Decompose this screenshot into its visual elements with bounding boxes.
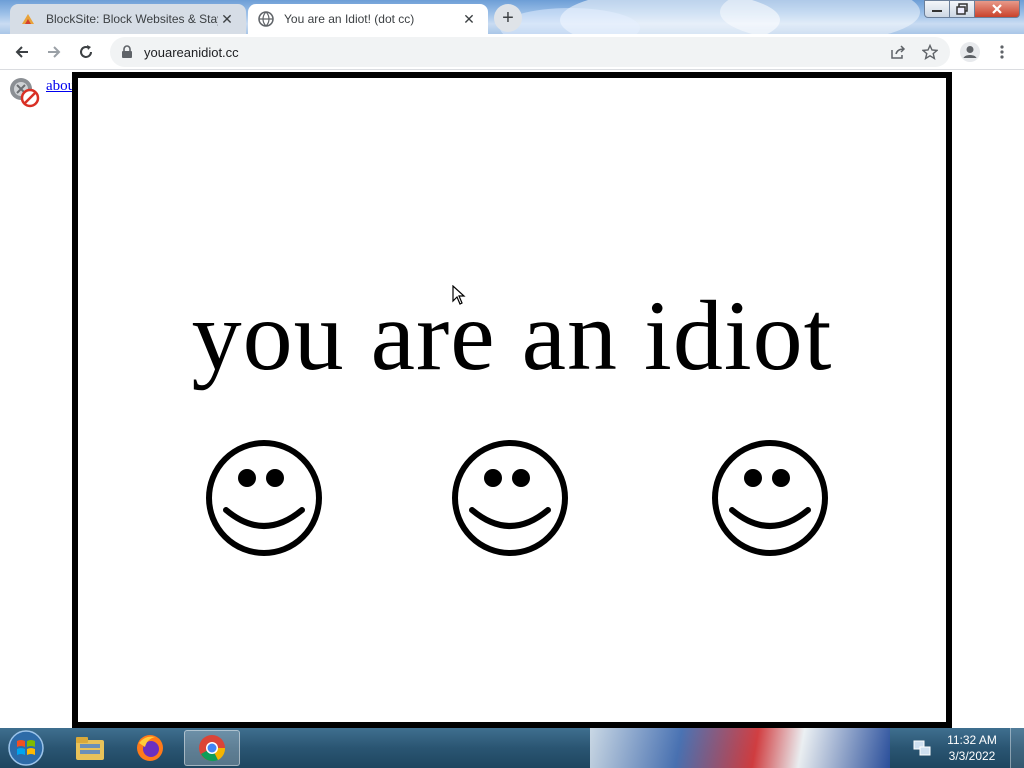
firefox-icon (137, 735, 163, 761)
network-icon[interactable] (912, 738, 932, 758)
blocksite-favicon-icon (20, 11, 36, 27)
system-clock[interactable]: 11:32 AM 3/3/2022 (944, 732, 1000, 764)
windows-taskbar: 11:32 AM 3/3/2022 (0, 728, 1024, 768)
forward-button[interactable] (42, 40, 66, 64)
title-bar: BlockSite: Block Websites & Stay ✕ You a… (0, 0, 1024, 34)
flash-content-frame: you are an idiot (72, 72, 952, 728)
smiley-face-icon (452, 440, 568, 556)
share-icon (891, 45, 906, 59)
reload-button[interactable] (74, 40, 98, 64)
profile-button[interactable] (958, 40, 982, 64)
tab-blocksite[interactable]: BlockSite: Block Websites & Stay ✕ (10, 4, 246, 34)
folder-icon (76, 737, 104, 760)
chrome-icon (199, 735, 226, 762)
clock-time: 11:32 AM (947, 733, 997, 747)
kebab-menu-icon (1000, 45, 1004, 59)
close-window-button[interactable] (974, 0, 1020, 18)
mouse-cursor-icon (452, 285, 466, 305)
tab-label: BlockSite: Block Websites & Stay (46, 12, 218, 26)
start-button[interactable] (4, 729, 48, 767)
flash-blocked-icon (8, 76, 40, 108)
tab-close-icon[interactable]: ✕ (460, 10, 478, 28)
bookmark-button[interactable] (918, 40, 942, 64)
new-tab-button[interactable]: + (494, 4, 522, 32)
headline-text: you are an idiot (191, 280, 833, 391)
web-page: aboutflash you are an idiot (0, 70, 1024, 728)
browser-toolbar: youareanidiot.cc (0, 34, 1024, 70)
taskbar-explorer-button[interactable] (62, 730, 118, 766)
windows-start-icon (8, 730, 44, 766)
smiley-face-icon (206, 440, 322, 556)
share-button[interactable] (886, 40, 910, 64)
clock-date: 3/3/2022 (948, 749, 996, 763)
url-text[interactable]: youareanidiot.cc (144, 45, 239, 60)
tab-close-icon[interactable]: ✕ (218, 10, 236, 28)
lock-icon[interactable] (120, 45, 134, 59)
back-button[interactable] (10, 40, 34, 64)
maximize-button[interactable] (949, 0, 975, 18)
minimize-button[interactable] (924, 0, 950, 18)
avatar-icon (960, 42, 980, 62)
smiley-face-icon (712, 440, 828, 556)
tab-label: You are an Idiot! (dot cc) (284, 12, 415, 26)
show-desktop-button[interactable] (1010, 728, 1024, 768)
back-arrow-icon (15, 46, 28, 58)
reload-icon (80, 45, 92, 58)
taskbar-chrome-button[interactable] (184, 730, 240, 766)
globe-icon (258, 11, 274, 27)
forward-arrow-icon (48, 46, 61, 58)
taskbar-firefox-button[interactable] (122, 730, 178, 766)
tab-youareanidiot[interactable]: You are an Idiot! (dot cc) ✕ (248, 4, 488, 34)
star-icon (922, 44, 938, 60)
address-bar[interactable]: youareanidiot.cc (110, 37, 950, 67)
menu-button[interactable] (990, 40, 1014, 64)
